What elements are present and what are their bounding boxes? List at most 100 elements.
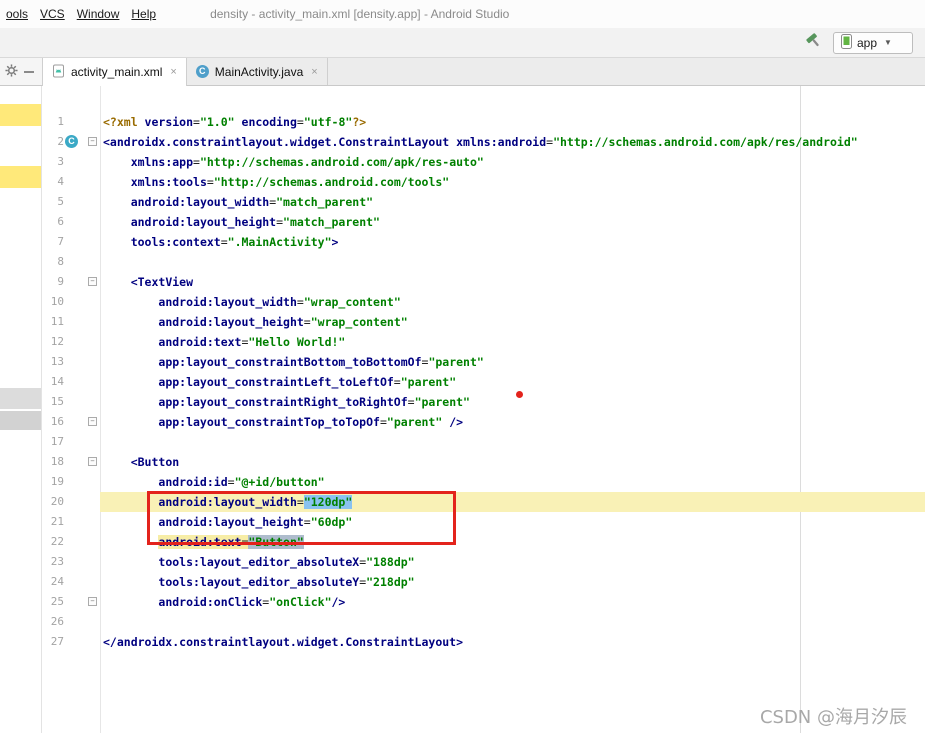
code-line[interactable]: 18 − <Button (42, 452, 925, 472)
code-line[interactable]: 23 tools:layout_editor_absoluteX="188dp" (42, 552, 925, 572)
tab-label: activity_main.xml (71, 65, 163, 79)
gutter: 7 (42, 232, 100, 252)
code-token: "218dp" (366, 575, 415, 589)
code-text[interactable]: android:onClick="onClick"/> (100, 592, 925, 612)
code-token: = (296, 295, 304, 309)
code-line[interactable]: 3 xmlns:app="http://schemas.android.com/… (42, 152, 925, 172)
code-token: ?> (352, 115, 367, 129)
code-line[interactable]: 6 android:layout_height="match_parent" (42, 212, 925, 232)
code-text[interactable]: android:text="Hello World!" (100, 332, 925, 352)
code-line[interactable]: 26 (42, 612, 925, 632)
hide-panel-icon[interactable] (24, 70, 34, 73)
run-configuration-selector[interactable]: app ▼ (833, 31, 913, 54)
fold-marker-icon[interactable]: − (88, 597, 97, 606)
code-editor[interactable]: 1 <?xml version="1.0" encoding="utf-8"?> 2… (42, 86, 925, 733)
code-text[interactable]: android:layout_height="60dp" (100, 512, 925, 532)
code-text[interactable]: tools:context=".MainActivity"> (100, 232, 925, 252)
code-token: android:layout_width (158, 495, 297, 509)
fold-marker-icon[interactable]: − (88, 277, 97, 286)
code-line[interactable]: 20 android:layout_width="120dp" (42, 492, 925, 512)
code-text[interactable]: <androidx.constraintlayout.widget.Constr… (100, 132, 925, 152)
code-text[interactable]: android:id="@+id/button" (100, 472, 925, 492)
line-number: 2 (57, 135, 64, 148)
code-text[interactable]: android:layout_height="wrap_content" (100, 312, 925, 332)
line-number: 25 (50, 595, 64, 608)
code-line[interactable]: 5 android:layout_width="match_parent" (42, 192, 925, 212)
code-text[interactable]: app:layout_constraintLeft_toLeftOf="pare… (100, 372, 925, 392)
gutter: 3 (42, 152, 100, 172)
code-text[interactable]: android:layout_width="wrap_content" (100, 292, 925, 312)
menu-item-vcs[interactable]: VCS (34, 7, 71, 21)
code-text[interactable]: xmlns:tools="http://schemas.android.com/… (100, 172, 925, 192)
tab-activity-main-xml[interactable]: activity_main.xml × (42, 58, 187, 86)
code-line[interactable]: 7 tools:context=".MainActivity"> (42, 232, 925, 252)
code-text[interactable] (100, 432, 925, 452)
code-line[interactable]: 2 C − <androidx.constraintlayout.widget.Con… (42, 132, 925, 152)
line-number: 1 (57, 115, 64, 128)
code-line[interactable]: 15 app:layout_constraintRight_toRightOf=… (42, 392, 925, 412)
code-text[interactable]: <TextView (100, 272, 925, 292)
build-hammer-icon[interactable] (805, 32, 823, 53)
line-number: 3 (57, 155, 64, 168)
close-tab-icon[interactable]: × (170, 66, 176, 78)
code-line[interactable]: 11 android:layout_height="wrap_content" (42, 312, 925, 332)
code-line[interactable]: 4 xmlns:tools="http://schemas.android.co… (42, 172, 925, 192)
fold-marker-icon[interactable]: − (88, 457, 97, 466)
code-token: "http://schemas.android.com/tools" (213, 175, 450, 189)
code-line[interactable]: 27 </androidx.constraintlayout.widget.Con… (42, 632, 925, 652)
menu-item-tools[interactable]: ools (0, 7, 34, 21)
code-text[interactable]: <?xml version="1.0" encoding="utf-8"?> (100, 112, 925, 132)
code-line[interactable]: 19 android:id="@+id/button" (42, 472, 925, 492)
code-text[interactable] (100, 612, 925, 632)
code-line[interactable]: 16 − app:layout_constraintTop_toTopOf="pa… (42, 412, 925, 432)
menu-item-help[interactable]: Help (125, 7, 162, 21)
code-text[interactable]: xmlns:app="http://schemas.android.com/ap… (100, 152, 925, 172)
code-line[interactable]: 9− <TextView (42, 272, 925, 292)
gutter: 5 (42, 192, 100, 212)
fold-marker-icon[interactable]: − (88, 417, 97, 426)
fold-marker-icon[interactable]: − (88, 137, 97, 146)
code-token: xmlns:app (130, 155, 194, 169)
gutter: 22 (42, 532, 100, 552)
code-line[interactable]: 22 android:text="Button" (42, 532, 925, 552)
code-line[interactable]: 14 app:layout_constraintLeft_toLeftOf="p… (42, 372, 925, 392)
code-token: "188dp" (366, 555, 415, 569)
gutter: 17 (42, 432, 100, 452)
gear-icon[interactable] (5, 63, 18, 80)
code-line[interactable]: 17 (42, 432, 925, 452)
code-text[interactable]: <Button (100, 452, 925, 472)
code-text[interactable]: android:text="Button" (100, 532, 925, 552)
code-line[interactable]: 21 android:layout_height="60dp" (42, 512, 925, 532)
menu-item-window[interactable]: Window (71, 7, 126, 21)
gutter: 26 (42, 612, 100, 632)
tab-mainactivity-java[interactable]: C MainActivity.java × (187, 58, 328, 85)
code-text[interactable]: tools:layout_editor_absoluteY="218dp" (100, 572, 925, 592)
line-number: 19 (50, 475, 64, 488)
code-text[interactable]: </androidx.constraintlayout.widget.Const… (100, 632, 925, 652)
code-token: "parent" (400, 375, 457, 389)
code-line[interactable]: 24 tools:layout_editor_absoluteY="218dp" (42, 572, 925, 592)
code-text[interactable]: android:layout_width="match_parent" (100, 192, 925, 212)
code-token: "match_parent" (276, 195, 374, 209)
code-token: "parent" (414, 395, 470, 409)
code-text[interactable]: app:layout_constraintBottom_toBottomOf="… (100, 352, 925, 372)
code-line[interactable]: 8 (42, 252, 925, 272)
code-text[interactable] (100, 252, 925, 272)
close-tab-icon[interactable]: × (311, 66, 317, 78)
code-token: "utf-8" (303, 115, 353, 129)
code-line[interactable]: 25 − android:onClick="onClick"/> (42, 592, 925, 612)
code-text[interactable]: app:layout_constraintRight_toRightOf="pa… (100, 392, 925, 412)
code-line[interactable]: 10 android:layout_width="wrap_content" (42, 292, 925, 312)
code-text[interactable]: tools:layout_editor_absoluteX="188dp" (100, 552, 925, 572)
code-text[interactable]: android:layout_width="120dp" (100, 492, 925, 512)
code-line[interactable]: 13 app:layout_constraintBottom_toBottomO… (42, 352, 925, 372)
code-text[interactable]: android:layout_height="match_parent" (100, 212, 925, 232)
code-text[interactable]: app:layout_constraintTop_toTopOf="parent… (100, 412, 925, 432)
code-token: = (379, 415, 387, 429)
code-line[interactable]: 1 <?xml version="1.0" encoding="utf-8"?> (42, 112, 925, 132)
code-token: = (303, 315, 311, 329)
code-line[interactable]: 12 android:text="Hello World!" (42, 332, 925, 352)
code-token: "@+id/button" (234, 475, 325, 489)
code-token: <TextView (130, 275, 194, 289)
gutter: 18 − (42, 452, 100, 472)
